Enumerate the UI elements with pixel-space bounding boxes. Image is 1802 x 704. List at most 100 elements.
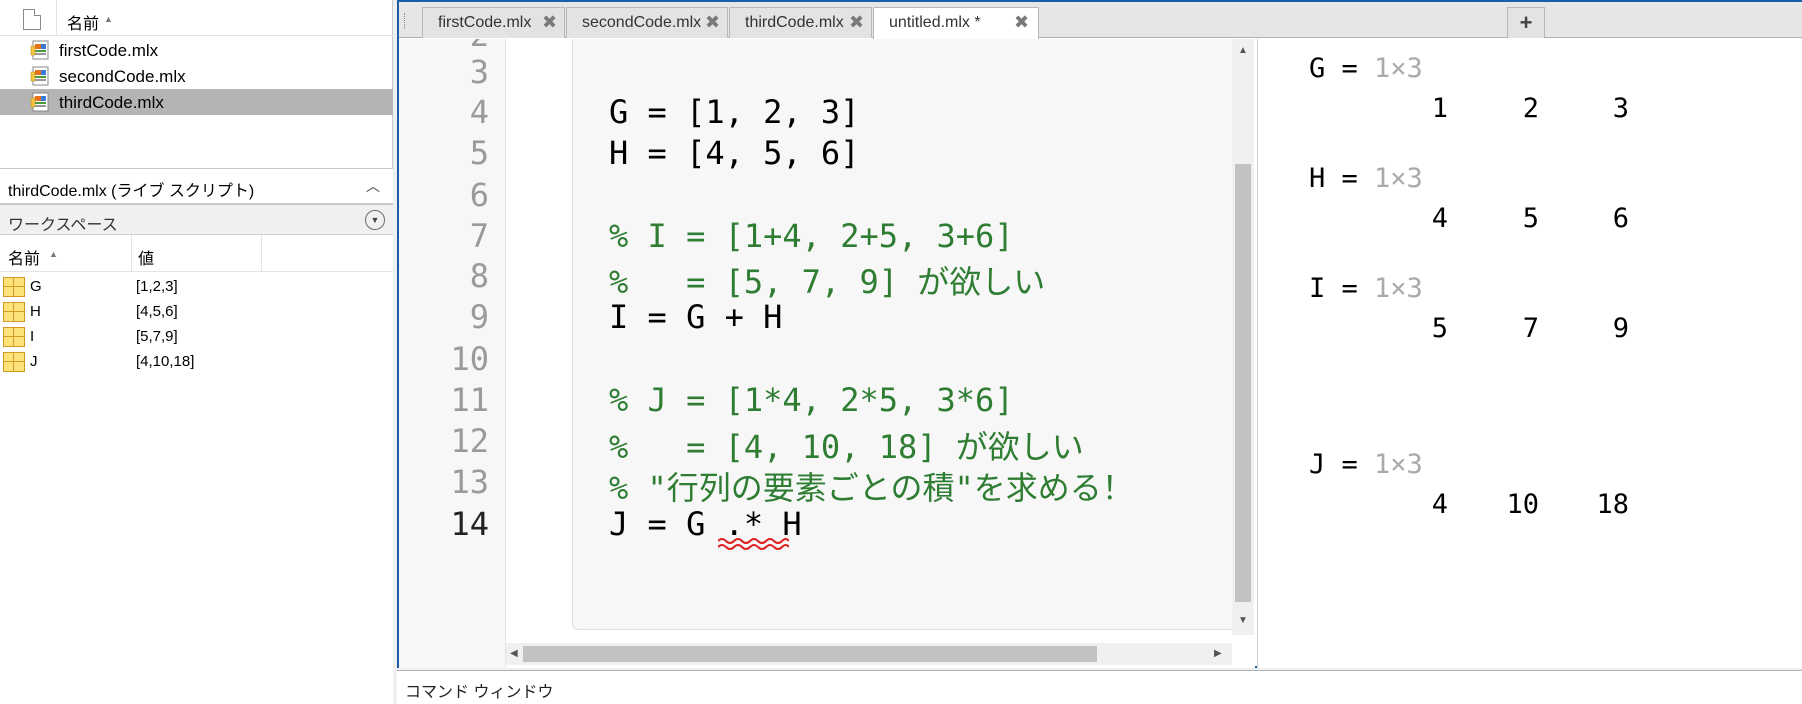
output-value: 7 bbox=[1522, 313, 1539, 344]
tab-label: untitled.mlx * bbox=[889, 14, 981, 31]
workspace-variable-row[interactable]: G [1,2,3] bbox=[0, 275, 393, 300]
editor-tab-bar: firstCode.mlx ✖ secondCode.mlx ✖ thirdCo… bbox=[399, 2, 1802, 39]
line-number: 9 bbox=[469, 298, 489, 336]
live-script-icon bbox=[30, 92, 49, 112]
column-divider bbox=[261, 235, 262, 272]
output-size: 1×3 bbox=[1374, 163, 1423, 194]
output-value: 10 bbox=[1506, 489, 1539, 520]
tab-label: secondCode.mlx bbox=[582, 14, 702, 31]
column-divider bbox=[131, 235, 132, 272]
close-icon[interactable]: ✖ bbox=[849, 12, 864, 33]
workspace-title: ワークスペース bbox=[8, 217, 118, 234]
sort-ascending-icon: ▲ bbox=[104, 14, 113, 24]
variable-value: [4,5,6] bbox=[136, 303, 178, 320]
line-number-gutter: 2 3 4 5 6 7 8 9 10 11 12 13 14 bbox=[399, 39, 506, 668]
code-comment-line[interactable]: % I = [1+4, 2+5, 3+6] bbox=[609, 217, 1014, 255]
output-name: H bbox=[1309, 163, 1326, 194]
tab-firstcode[interactable]: firstCode.mlx ✖ bbox=[422, 7, 565, 38]
line-number: 7 bbox=[469, 217, 489, 255]
variable-value: [5,7,9] bbox=[136, 328, 178, 345]
output-variable-label: H = 1×3 bbox=[1309, 163, 1423, 194]
drag-handle-icon[interactable] bbox=[404, 13, 407, 29]
scroll-left-icon[interactable]: ◀ bbox=[510, 648, 518, 659]
tab-label: thirdCode.mlx bbox=[745, 14, 844, 31]
code-comment-line[interactable]: % = [4, 10, 18] が欲しい bbox=[609, 422, 1084, 468]
horizontal-scrollbar[interactable]: ◀ ▶ bbox=[506, 643, 1232, 665]
output-value: 18 bbox=[1596, 489, 1629, 520]
tab-secondcode[interactable]: secondCode.mlx ✖ bbox=[566, 7, 728, 38]
current-folder-browser: 名前 ▲ firstCode.mlx secondCode.mlx thirdC… bbox=[0, 0, 393, 168]
workspace-variable-row[interactable]: J [4,10,18] bbox=[0, 350, 393, 375]
close-icon[interactable]: ✖ bbox=[705, 12, 720, 33]
scrollbar-thumb[interactable] bbox=[1235, 164, 1251, 602]
command-window[interactable]: コマンド ウィンドウ bbox=[397, 670, 1802, 704]
scroll-right-icon[interactable]: ▶ bbox=[1214, 648, 1222, 659]
output-name: I bbox=[1309, 273, 1326, 304]
matrix-variable-icon bbox=[3, 352, 25, 372]
output-value: 5 bbox=[1431, 313, 1448, 344]
line-number: 6 bbox=[469, 176, 489, 214]
output-variable-label: I = 1×3 bbox=[1309, 273, 1423, 304]
variable-value: [4,10,18] bbox=[136, 353, 195, 370]
code-analyzer-warning-squiggle[interactable] bbox=[718, 536, 789, 552]
output-size: 1×3 bbox=[1374, 273, 1423, 304]
file-name: firstCode.mlx bbox=[59, 41, 159, 60]
left-panel: 名前 ▲ firstCode.mlx secondCode.mlx thirdC… bbox=[0, 0, 393, 704]
output-variable-label: G = 1×3 bbox=[1309, 53, 1423, 84]
code-comment-line[interactable]: % "行列の要素ごとの積"を求める！ bbox=[609, 463, 1134, 509]
chevron-up-icon[interactable]: ︿ bbox=[366, 176, 380, 196]
output-value: 4 bbox=[1431, 203, 1448, 234]
file-row-selected[interactable]: thirdCode.mlx bbox=[0, 89, 393, 115]
code-line[interactable]: G = [1, 2, 3] bbox=[609, 93, 859, 131]
workspace-variable-row[interactable]: I [5,7,9] bbox=[0, 325, 393, 350]
close-icon[interactable]: ✖ bbox=[542, 12, 557, 33]
output-size: 1×3 bbox=[1374, 53, 1423, 84]
file-row[interactable]: firstCode.mlx bbox=[0, 37, 393, 63]
code-comment-line[interactable]: % J = [1*4, 2*5, 3*6] bbox=[609, 381, 1014, 419]
output-pane: G = 1×3 1 2 3 H = 1×3 4 5 6 I = 1×3 5 7 … bbox=[1257, 39, 1802, 668]
output-value: 2 bbox=[1522, 93, 1539, 124]
line-number: 10 bbox=[450, 340, 489, 378]
code-line[interactable]: I = G + H bbox=[609, 298, 782, 336]
variable-name: I bbox=[30, 328, 35, 345]
workspace-variable-row[interactable]: H [4,5,6] bbox=[0, 300, 393, 325]
file-name: secondCode.mlx bbox=[59, 67, 186, 86]
panel-actions-icon[interactable]: ▼ bbox=[365, 210, 385, 230]
add-tab-button[interactable]: + bbox=[1507, 7, 1545, 38]
output-value: 3 bbox=[1612, 93, 1629, 124]
scroll-down-icon[interactable]: ▼ bbox=[1238, 615, 1248, 626]
output-size: 1×3 bbox=[1374, 449, 1423, 480]
tab-thirdcode[interactable]: thirdCode.mlx ✖ bbox=[729, 7, 872, 38]
vertical-scrollbar[interactable]: ▲ ▼ bbox=[1232, 39, 1254, 635]
output-value: 9 bbox=[1612, 313, 1629, 344]
line-number: 13 bbox=[450, 463, 489, 501]
file-row[interactable]: secondCode.mlx bbox=[0, 63, 393, 89]
details-panel-bar[interactable]: thirdCode.mlx (ライブ スクリプト) ︿ bbox=[0, 168, 393, 204]
line-number: 3 bbox=[469, 53, 489, 91]
file-type-icon bbox=[23, 9, 41, 30]
output-value: 4 bbox=[1431, 489, 1448, 520]
column-divider bbox=[56, 0, 57, 36]
line-number: 12 bbox=[450, 422, 489, 460]
scroll-up-icon[interactable]: ▲ bbox=[1238, 45, 1248, 56]
variable-value: [1,2,3] bbox=[136, 278, 178, 295]
close-icon[interactable]: ✖ bbox=[1014, 12, 1029, 33]
scrollbar-thumb[interactable] bbox=[523, 646, 1097, 662]
code-pane[interactable]: 2 3 4 5 6 7 8 9 10 11 12 13 14 G = [1, 2… bbox=[399, 39, 1255, 668]
workspace-panel: ワークスペース ▼ 名前 ▲ 値 G [1,2,3] H [4,5,6] I [… bbox=[0, 204, 393, 704]
sort-ascending-icon: ▲ bbox=[49, 249, 58, 259]
matrix-variable-icon bbox=[3, 277, 25, 297]
code-comment-line[interactable]: % = [5, 7, 9] が欲しい bbox=[609, 257, 1045, 303]
tab-untitled[interactable]: untitled.mlx * ✖ bbox=[873, 7, 1039, 39]
value-column-header[interactable]: 値 bbox=[138, 245, 154, 269]
live-script-icon bbox=[30, 66, 49, 86]
details-title: thirdCode.mlx (ライブ スクリプト) bbox=[8, 183, 255, 200]
code-line[interactable]: H = [4, 5, 6] bbox=[609, 134, 859, 172]
workspace-title-bar: ワークスペース ▼ bbox=[0, 205, 393, 235]
output-variable-label: J = 1×3 bbox=[1309, 449, 1423, 480]
line-number: 8 bbox=[469, 257, 489, 295]
file-list-header: 名前 ▲ bbox=[0, 0, 393, 36]
name-column-header[interactable]: 名前 bbox=[8, 245, 40, 269]
line-number: 4 bbox=[469, 93, 489, 131]
name-column-header[interactable]: 名前 bbox=[67, 10, 99, 34]
